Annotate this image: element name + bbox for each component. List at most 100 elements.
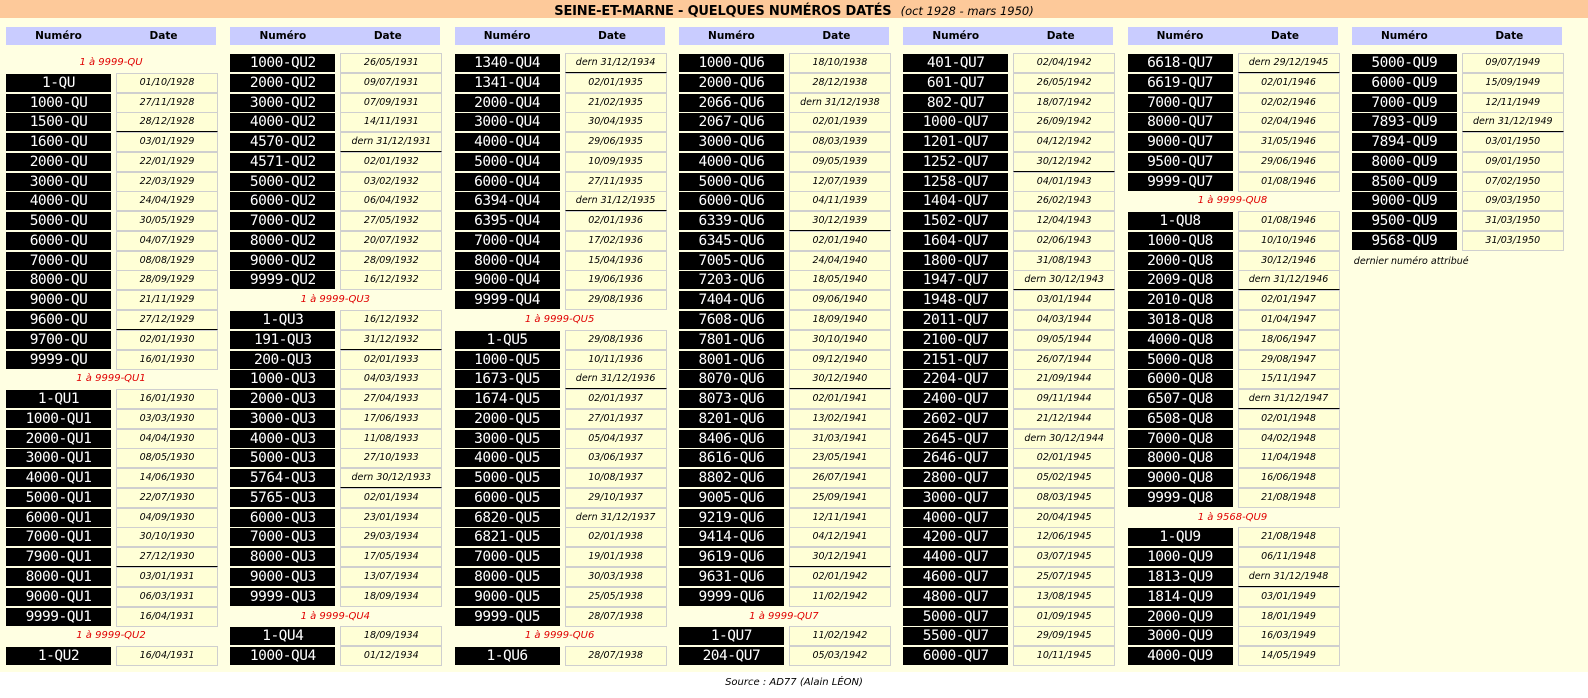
plate-date: 12/11/1941	[788, 507, 891, 528]
plate-date: 10/09/1935	[564, 151, 667, 172]
plate-date: 12/07/1939	[788, 171, 891, 192]
plate-number: 5000-QU	[6, 212, 111, 231]
plate-date: 02/04/1942	[1013, 53, 1116, 73]
plate-number: 9000-QU5	[454, 587, 560, 606]
table-row: 2000-QU9 18/01/1949	[1127, 606, 1340, 627]
plate-number: 3000-QU7	[903, 488, 1009, 507]
plate-date: 02/01/1939	[788, 112, 891, 133]
table-row: 1258-QU7 04/01/1943	[903, 171, 1116, 192]
plate-number: 2000-QU	[6, 152, 111, 171]
plate-date: 08/08/1929	[116, 250, 218, 271]
plate-date: 23/01/1934	[340, 507, 443, 528]
table-row: 2066-QU6 dern 31/12/1938	[678, 92, 891, 113]
table-row: 3000-QU9 16/03/1949	[1127, 626, 1340, 647]
plate-date: 02/01/1938	[564, 527, 667, 548]
table-row: 9000-QU 21/11/1929	[6, 290, 218, 311]
plate-date: 04/07/1929	[116, 230, 218, 251]
plate-date: 20/07/1932	[340, 230, 443, 251]
plate-number: 9999-QU3	[230, 587, 336, 606]
plate-date: 18/06/1947	[1237, 329, 1340, 350]
plate-date: 09/01/1950	[1461, 151, 1564, 172]
table-row: 1000-QU7 26/09/1942	[903, 112, 1116, 133]
plate-date: 29/08/1936	[564, 329, 667, 350]
plate-date: 30/10/1940	[788, 329, 891, 350]
table-row: 9500-QU7 29/06/1946	[1127, 151, 1340, 172]
table-row: 2800-QU7 05/02/1945	[903, 468, 1116, 489]
plate-number: 6395-QU4	[454, 212, 560, 231]
table-row: 8406-QU6 31/03/1941	[678, 428, 891, 449]
plate-date: 26/07/1941	[788, 468, 891, 489]
table-row: 2646-QU7 02/01/1945	[903, 448, 1116, 469]
table-row: 8000-QU8 11/04/1948	[1127, 448, 1340, 469]
header-numero: Numéro	[1380, 30, 1428, 42]
table-row: 7000-QU1 30/10/1930	[6, 527, 218, 548]
table-row: 8000-QU4 15/04/1936	[454, 250, 667, 271]
column-header: Numéro Date	[678, 27, 889, 45]
table-row: 1-QU1 16/01/1930	[6, 389, 218, 410]
plate-date: 02/01/1934	[340, 487, 443, 508]
table-row: 2000-QU3 27/04/1933	[230, 389, 443, 410]
plate-number: 9568-QU9	[1351, 231, 1457, 250]
plate-number: 4000-QU9	[1127, 647, 1233, 666]
plate-number: 1502-QU7	[903, 212, 1009, 231]
plate-number: 6619-QU7	[1127, 73, 1233, 92]
table-row: 5000-QU2 03/02/1932	[230, 171, 443, 192]
plate-date: 26/09/1942	[1013, 112, 1116, 133]
table-row: 9000-QU8 16/06/1948	[1127, 468, 1340, 489]
plate-number: 5500-QU7	[903, 627, 1009, 646]
plate-date: dern 31/12/1948	[1237, 567, 1340, 588]
table-row: 802-QU7 18/07/1942	[903, 92, 1116, 113]
plate-number: 7000-QU1	[6, 528, 111, 547]
plate-number: 2645-QU7	[903, 429, 1009, 448]
plate-number: 7000-QU8	[1127, 429, 1233, 448]
plate-number: 2204-QU7	[903, 370, 1009, 389]
table-row: 6000-QU8 15/11/1947	[1127, 369, 1340, 390]
plate-number: 3000-QU6	[678, 133, 784, 152]
table-row: 1252-QU7 30/12/1942	[903, 151, 1116, 172]
plate-date: 26/05/1942	[1013, 72, 1116, 93]
plate-number: 9000-QU	[6, 291, 111, 310]
plate-number: 4000-QU	[6, 192, 111, 211]
plate-number: 3000-QU	[6, 172, 111, 191]
plate-date: 16/12/1932	[340, 270, 443, 291]
table-row: 9000-QU9 09/03/1950	[1351, 191, 1564, 212]
plate-date: 02/01/1941	[788, 389, 891, 410]
plate-date: dern 31/12/1949	[1461, 112, 1564, 133]
plate-number: 1-QU3	[230, 311, 336, 329]
plate-date: 04/03/1933	[340, 369, 443, 390]
table-row: 1673-QU5 dern 31/12/1936	[454, 369, 667, 390]
table-row: 1000-QU3 04/03/1933	[230, 369, 443, 390]
table-row: 2000-QU1 04/04/1930	[6, 428, 218, 449]
table-row: 9000-QU1 06/03/1931	[6, 586, 218, 607]
table-row: 2645-QU7 dern 30/12/1944	[903, 428, 1116, 449]
plate-number: 1-QU1	[6, 390, 111, 409]
header-date: Date	[373, 30, 402, 42]
table-row: 200-QU3 02/01/1933	[230, 349, 443, 370]
table-row: 9000-QU7 31/05/1946	[1127, 132, 1340, 153]
plate-number: 8500-QU9	[1351, 172, 1457, 191]
plate-number: 1674-QU5	[454, 390, 560, 409]
plate-number: 8000-QU5	[454, 568, 560, 587]
plate-number: 9999-QU	[6, 350, 111, 369]
plate-number: 1-QU7	[678, 627, 784, 646]
table-row: 2000-QU 22/01/1929	[6, 151, 218, 172]
plate-date: 15/09/1949	[1461, 72, 1564, 93]
plate-number: 9999-QU1	[6, 607, 111, 626]
plate-number: 9000-QU8	[1127, 469, 1233, 488]
plate-number: 2000-QU1	[6, 429, 111, 448]
table-row: 1947-QU7 dern 30/12/1943	[903, 270, 1116, 291]
plate-number: 7005-QU6	[678, 251, 784, 270]
plate-date: 31/03/1950	[1461, 211, 1564, 232]
plate-date: 01/08/1946	[1237, 211, 1340, 232]
plate-date: 16/12/1932	[340, 310, 443, 330]
table-row: 1814-QU9 03/01/1949	[1127, 586, 1340, 607]
plate-date: 05/03/1942	[788, 646, 891, 667]
plate-number: 9999-QU4	[454, 291, 560, 310]
table-row: 1500-QU 28/12/1928	[6, 112, 218, 133]
table-row: 4200-QU7 12/06/1945	[903, 527, 1116, 548]
table-row: 6821-QU5 02/01/1938	[454, 527, 667, 548]
plate-date: 16/04/1931	[116, 606, 218, 627]
plate-number: 3000-QU1	[6, 449, 111, 468]
table-row: 191-QU3 31/12/1932	[230, 329, 443, 350]
plate-date: 09/11/1944	[1013, 389, 1116, 410]
